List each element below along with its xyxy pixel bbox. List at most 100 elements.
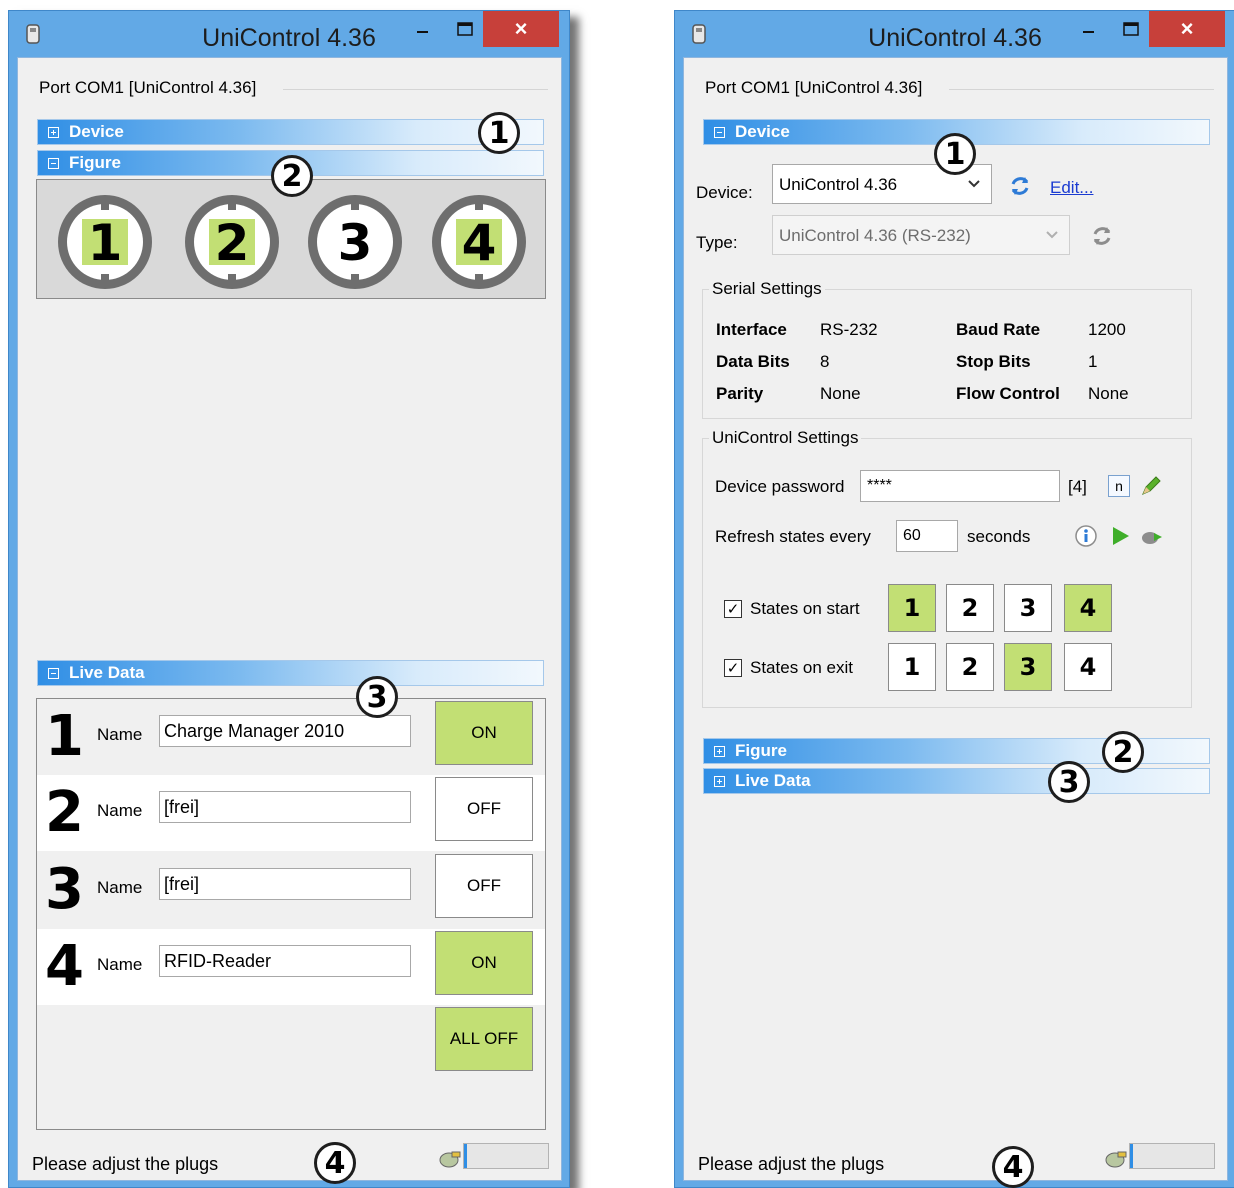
socket-graphic: 2 <box>185 195 279 289</box>
unicontrol-window-device: UniControl 4.36 × Port COM1 [UniControl … <box>674 10 1234 1188</box>
plug-1-label: 1 <box>88 214 123 272</box>
device-select-value: UniControl 4.36 <box>779 175 898 194</box>
state-button-2[interactable]: OFF <box>435 777 533 841</box>
row-number: 3 <box>45 857 84 922</box>
start-state-1[interactable]: 1 <box>888 584 936 632</box>
plug-3[interactable]: 3 <box>305 192 405 292</box>
exit-state-4[interactable]: 4 <box>1064 643 1112 691</box>
interface-key: Interface <box>716 320 787 339</box>
exit-state-3[interactable]: 3 <box>1004 643 1052 691</box>
password-input[interactable] <box>860 470 1060 502</box>
refresh-input[interactable] <box>896 520 958 552</box>
play-icon[interactable] <box>1108 524 1132 548</box>
callout-4: 4 <box>314 1142 356 1184</box>
plug-4-label: 4 <box>462 214 497 272</box>
edit-pencil-icon[interactable] <box>1139 474 1163 498</box>
databits-key: Data Bits <box>716 352 790 371</box>
status-text: Please adjust the plugs <box>698 1154 885 1174</box>
app-icon <box>26 24 40 44</box>
states-on-exit-label: States on exit <box>750 658 854 677</box>
socket-graphic: 3 <box>308 195 402 289</box>
name-input-4[interactable] <box>159 945 411 977</box>
minimize-button[interactable] <box>1065 12 1113 46</box>
states-on-start-label: States on start <box>750 599 860 618</box>
plug-action-icon[interactable] <box>1140 524 1164 548</box>
baud-key: Baud Rate <box>956 320 1041 339</box>
name-label: Name <box>97 801 143 820</box>
exit-state-2[interactable]: 2 <box>946 643 994 691</box>
progress-bar <box>463 1143 549 1169</box>
plug-3-label: 3 <box>338 214 373 272</box>
password-length: [4] <box>1068 477 1087 496</box>
name-input-1[interactable] <box>159 715 411 747</box>
exit-state-1[interactable]: 1 <box>888 643 936 691</box>
stopbits-value: 1 <box>1088 352 1098 371</box>
section-live-data-label: Live Data <box>69 663 145 682</box>
name-input-3[interactable] <box>159 868 411 900</box>
plug-4[interactable]: 4 <box>429 192 529 292</box>
section-live-data-label: Live Data <box>735 771 811 790</box>
state-button-3[interactable]: OFF <box>435 854 533 918</box>
client-area: Port COM1 [UniControl 4.36] Device Figur… <box>17 57 562 1184</box>
all-off-button[interactable]: ALL OFF <box>435 1007 533 1071</box>
close-button[interactable]: × <box>1149 11 1225 47</box>
baud-value: 1200 <box>1088 320 1126 339</box>
n-button[interactable]: n <box>1108 475 1130 497</box>
start-state-4[interactable]: 4 <box>1064 584 1112 632</box>
expand-icon <box>714 775 725 787</box>
minimize-icon <box>1083 31 1094 33</box>
plug-status-icon <box>439 1151 461 1168</box>
row-number: 2 <box>45 780 84 845</box>
device-label: Device: <box>696 183 753 202</box>
section-device[interactable]: Device <box>37 119 544 145</box>
password-label: Device password <box>715 477 845 496</box>
state-button-1[interactable]: ON <box>435 701 533 765</box>
plug-status-icon <box>1105 1151 1127 1168</box>
close-button[interactable]: × <box>483 11 559 47</box>
callout-2: 2 <box>271 155 313 197</box>
callout-3: 3 <box>1048 761 1090 803</box>
maximize-button[interactable] <box>1113 12 1149 46</box>
maximize-button[interactable] <box>447 12 483 46</box>
title-bar[interactable]: UniControl 4.36 × <box>675 11 1234 57</box>
chevron-down-icon <box>1046 231 1058 239</box>
section-live-data[interactable]: Live Data <box>703 768 1210 794</box>
type-select-value: UniControl 4.36 (RS-232) <box>779 226 971 245</box>
interface-value: RS-232 <box>820 320 878 339</box>
callout-3: 3 <box>356 676 398 718</box>
expand-icon <box>48 126 59 138</box>
type-select: UniControl 4.36 (RS-232) <box>772 215 1070 255</box>
app-icon <box>692 24 706 44</box>
port-divider <box>283 89 548 90</box>
parity-key: Parity <box>716 384 764 403</box>
minimize-button[interactable] <box>399 12 447 46</box>
parity-value: None <box>820 384 861 403</box>
socket-graphic: 1 <box>58 195 152 289</box>
databits-value: 8 <box>820 352 830 371</box>
maximize-icon <box>1123 22 1139 36</box>
plug-1[interactable]: 1 <box>55 192 155 292</box>
name-input-2[interactable] <box>159 791 411 823</box>
name-label: Name <box>97 878 143 897</box>
stopbits-key: Stop Bits <box>956 352 1031 371</box>
start-state-2[interactable]: 2 <box>946 584 994 632</box>
refresh-icon[interactable] <box>1008 174 1032 198</box>
edit-device-link[interactable]: Edit... <box>1050 178 1093 198</box>
seconds-label: seconds <box>967 527 1031 546</box>
live-row-1: 1 Name ON <box>37 699 545 775</box>
title-bar[interactable]: UniControl 4.36 × <box>9 11 569 57</box>
info-icon[interactable] <box>1074 524 1098 548</box>
states-on-exit-checkbox[interactable]: ✓ <box>724 659 742 677</box>
plug-2[interactable]: 2 <box>182 192 282 292</box>
states-on-start-checkbox[interactable]: ✓ <box>724 600 742 618</box>
row-number: 4 <box>45 934 84 999</box>
progress-fill <box>464 1144 467 1168</box>
expand-icon <box>714 745 725 757</box>
state-button-4[interactable]: ON <box>435 931 533 995</box>
type-label: Type: <box>696 233 738 252</box>
close-icon: × <box>514 16 528 41</box>
start-state-3[interactable]: 3 <box>1004 584 1052 632</box>
progress-fill <box>1130 1144 1133 1168</box>
section-live-data[interactable]: Live Data <box>37 660 544 686</box>
collapse-icon <box>48 157 59 169</box>
